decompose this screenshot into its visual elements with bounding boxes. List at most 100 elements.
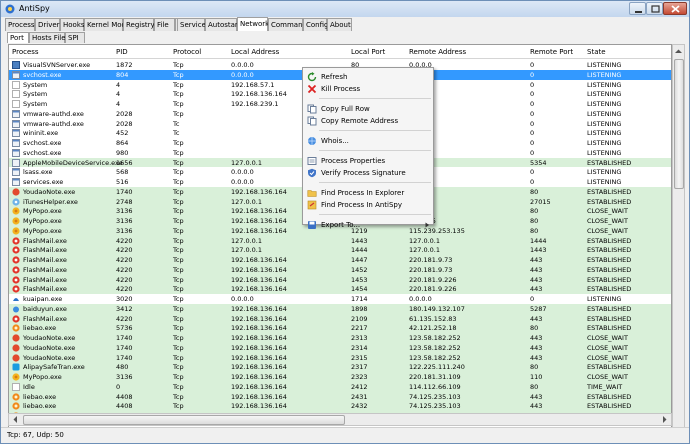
- folder-icon: [307, 190, 317, 197]
- column-header-local-port[interactable]: Local Port: [351, 48, 385, 56]
- generic-exe-icon: [12, 168, 20, 177]
- cell-state: ESTABLISHED: [587, 187, 632, 196]
- cell-protocol: Tcp: [173, 80, 184, 89]
- cell-remote-address: 220.181.9.73: [409, 256, 453, 264]
- cell-pid: 3136: [116, 373, 133, 381]
- cell-pid: 0: [116, 382, 121, 391]
- menu-item-whois[interactable]: Whois...: [303, 135, 433, 147]
- cell-pid: 4220: [116, 236, 133, 245]
- column-header-local-address[interactable]: Local Address: [231, 48, 279, 56]
- cell-pid: 452: [116, 129, 129, 138]
- tab-network[interactable]: Network: [237, 17, 269, 31]
- table-row[interactable]: FlashMail.exe 4220 Tcp 192.168.136.164 1454 2…: [9, 284, 671, 294]
- cell-state: LISTENING: [587, 178, 622, 186]
- antispy-find-icon: [307, 200, 317, 210]
- cell-remote-address: 74.125.235.103: [409, 402, 461, 411]
- cell-state: CLOSE_WAIT: [587, 343, 628, 352]
- cell-state: CLOSE_WAIT: [587, 226, 628, 235]
- tab-registry[interactable]: Registry: [123, 18, 155, 31]
- vertical-scrollbar[interactable]: [672, 44, 685, 440]
- cell-local-address: 0.0.0.0: [231, 70, 254, 79]
- tab-hooks[interactable]: Hooks: [60, 18, 85, 31]
- tab-file[interactable]: File: [154, 18, 175, 31]
- menu-item-process-properties[interactable]: Process Properties: [303, 155, 433, 167]
- menu-item-copy-remote-address[interactable]: Copy Remote Address: [303, 115, 433, 127]
- cell-state: CLOSE_WAIT: [587, 334, 628, 342]
- context-menu[interactable]: Refresh Kill Process Copy Full Row Copy Rem…: [302, 67, 434, 229]
- tab-driver[interactable]: Driver: [35, 18, 60, 31]
- cell-remote-port: 443: [530, 334, 543, 342]
- horizontal-scrollbar[interactable]: [8, 413, 672, 426]
- cell-pid: 1740: [116, 187, 133, 196]
- tab-command[interactable]: Command: [268, 18, 307, 31]
- refresh-icon: [307, 72, 317, 82]
- tab-autostart[interactable]: Autostart: [205, 18, 241, 31]
- table-row[interactable]: AlipaySafeTran.exe 480 Tcp 192.168.136.164 2…: [9, 362, 671, 372]
- cell-remote-port: 80: [530, 207, 539, 216]
- cell-state: LISTENING: [587, 168, 622, 177]
- column-header-remote-address[interactable]: Remote Address: [409, 48, 466, 56]
- column-header-process[interactable]: Process: [12, 48, 39, 56]
- table-row[interactable]: kuaipan.exe 3020 Tcp 0.0.0.0 1714 0.0.0.0 0 LIS…: [9, 294, 671, 304]
- vertical-scroll-thumb[interactable]: [674, 59, 684, 189]
- antispy-app-icon: [5, 4, 15, 14]
- table-row[interactable]: YoudaoNote.exe 1740 Tcp 192.168.136.164 2314…: [9, 342, 671, 353]
- cell-local-address: 0.0.0.0: [231, 295, 254, 303]
- table-row[interactable]: FlashMail.exe 4220 Tcp 192.168.136.164 1453 2…: [9, 274, 671, 285]
- column-header-remote-port[interactable]: Remote Port: [530, 48, 573, 56]
- cell-pid: 4220: [116, 285, 133, 294]
- tab-config[interactable]: Config: [303, 18, 328, 31]
- table-row[interactable]: MyPopo.exe 3136 Tcp 192.168.136.164 2323 220.…: [9, 372, 671, 382]
- cell-local-address: 0.0.0.0: [231, 168, 254, 177]
- subtab-port[interactable]: Port: [7, 32, 29, 43]
- cell-protocol: Tcp: [173, 70, 184, 79]
- minimize-button[interactable]: [629, 2, 646, 15]
- table-row[interactable]: YoudaoNote.exe 1740 Tcp 192.168.136.164 2315…: [9, 352, 671, 363]
- column-header-state[interactable]: State: [587, 48, 606, 56]
- table-row[interactable]: YoudaoNote.exe 1740 Tcp 192.168.136.164 2313…: [9, 333, 671, 343]
- tab-kernel-mode[interactable]: Kernel Mode: [84, 18, 130, 31]
- column-header-protocol[interactable]: Protocol: [173, 48, 201, 56]
- cell-local-address: 192.168.57.1: [231, 80, 275, 89]
- table-row[interactable]: FlashMail.exe 4220 Tcp 192.168.136.164 1447 2…: [9, 255, 671, 265]
- table-row[interactable]: liebao.exe 4408 Tcp 192.168.136.164 2432 74.1…: [9, 401, 671, 411]
- table-row[interactable]: FlashMail.exe 4220 Tcp 127.0.0.1 1443 127.0.0…: [9, 235, 671, 246]
- cell-remote-port: 443: [530, 275, 543, 284]
- table-row[interactable]: Idle 0 Tcp 192.168.136.164 2412 114.112.66.10…: [9, 381, 671, 392]
- menu-item-find-process-in-explorer[interactable]: Find Process In Explorer: [303, 187, 433, 199]
- cell-state: ESTABLISHED: [587, 275, 632, 284]
- subtab-hosts-file[interactable]: Hosts File: [29, 32, 66, 43]
- menu-item-export-to[interactable]: Export To...: [303, 219, 433, 231]
- cell-remote-port: 5354: [530, 158, 547, 167]
- menu-item-verify-process-signature[interactable]: Verify Process Signature: [303, 167, 433, 179]
- menu-item-copy-full-row[interactable]: Copy Full Row: [303, 103, 433, 115]
- close-button[interactable]: [663, 2, 687, 15]
- title-bar[interactable]: AntiSpy: [1, 1, 689, 17]
- cell-remote-port: 0: [530, 139, 535, 147]
- cell-local-address: 192.168.136.164: [231, 353, 287, 362]
- table-row[interactable]: FlashMail.exe 4220 Tcp 192.168.136.164 1452 2…: [9, 264, 671, 275]
- column-header-pid[interactable]: PID: [116, 48, 128, 56]
- table-row[interactable]: FlashMail.exe 4220 Tcp 192.168.136.164 2109 6…: [9, 313, 671, 324]
- tab-process[interactable]: Process: [5, 18, 35, 31]
- table-row[interactable]: liebao.exe 5736 Tcp 192.168.136.164 2217 42.1…: [9, 323, 671, 333]
- horizontal-scroll-thumb[interactable]: [23, 415, 345, 425]
- menu-item-refresh[interactable]: Refresh: [303, 71, 433, 83]
- scroll-right-arrow-icon[interactable]: [659, 414, 670, 425]
- maximize-button[interactable]: [646, 2, 663, 15]
- cell-process: FlashMail.exe: [23, 256, 67, 264]
- cell-state: LISTENING: [587, 70, 622, 79]
- table-row[interactable]: baiduyun.exe 3412 Tcp 192.168.136.164 1898 18…: [9, 303, 671, 314]
- menu-item-find-process-in-antispy[interactable]: Find Process In AntiSpy: [303, 199, 433, 211]
- cell-local-address: 127.0.0.1: [231, 236, 263, 245]
- cell-state: ESTABLISHED: [587, 324, 632, 333]
- scroll-up-arrow-icon[interactable]: [673, 46, 684, 57]
- table-row[interactable]: FlashMail.exe 4220 Tcp 127.0.0.1 1444 127.0.0…: [9, 245, 671, 255]
- cell-remote-port: 110: [530, 373, 543, 381]
- subtab-spi[interactable]: SPI: [65, 32, 85, 43]
- menu-item-kill-process[interactable]: Kill Process: [303, 83, 433, 95]
- table-row[interactable]: liebao.exe 4408 Tcp 192.168.136.164 2431 74.1…: [9, 391, 671, 402]
- tab-about[interactable]: About: [327, 18, 352, 31]
- tab-service[interactable]: Service: [177, 18, 206, 31]
- scroll-left-arrow-icon[interactable]: [10, 414, 21, 425]
